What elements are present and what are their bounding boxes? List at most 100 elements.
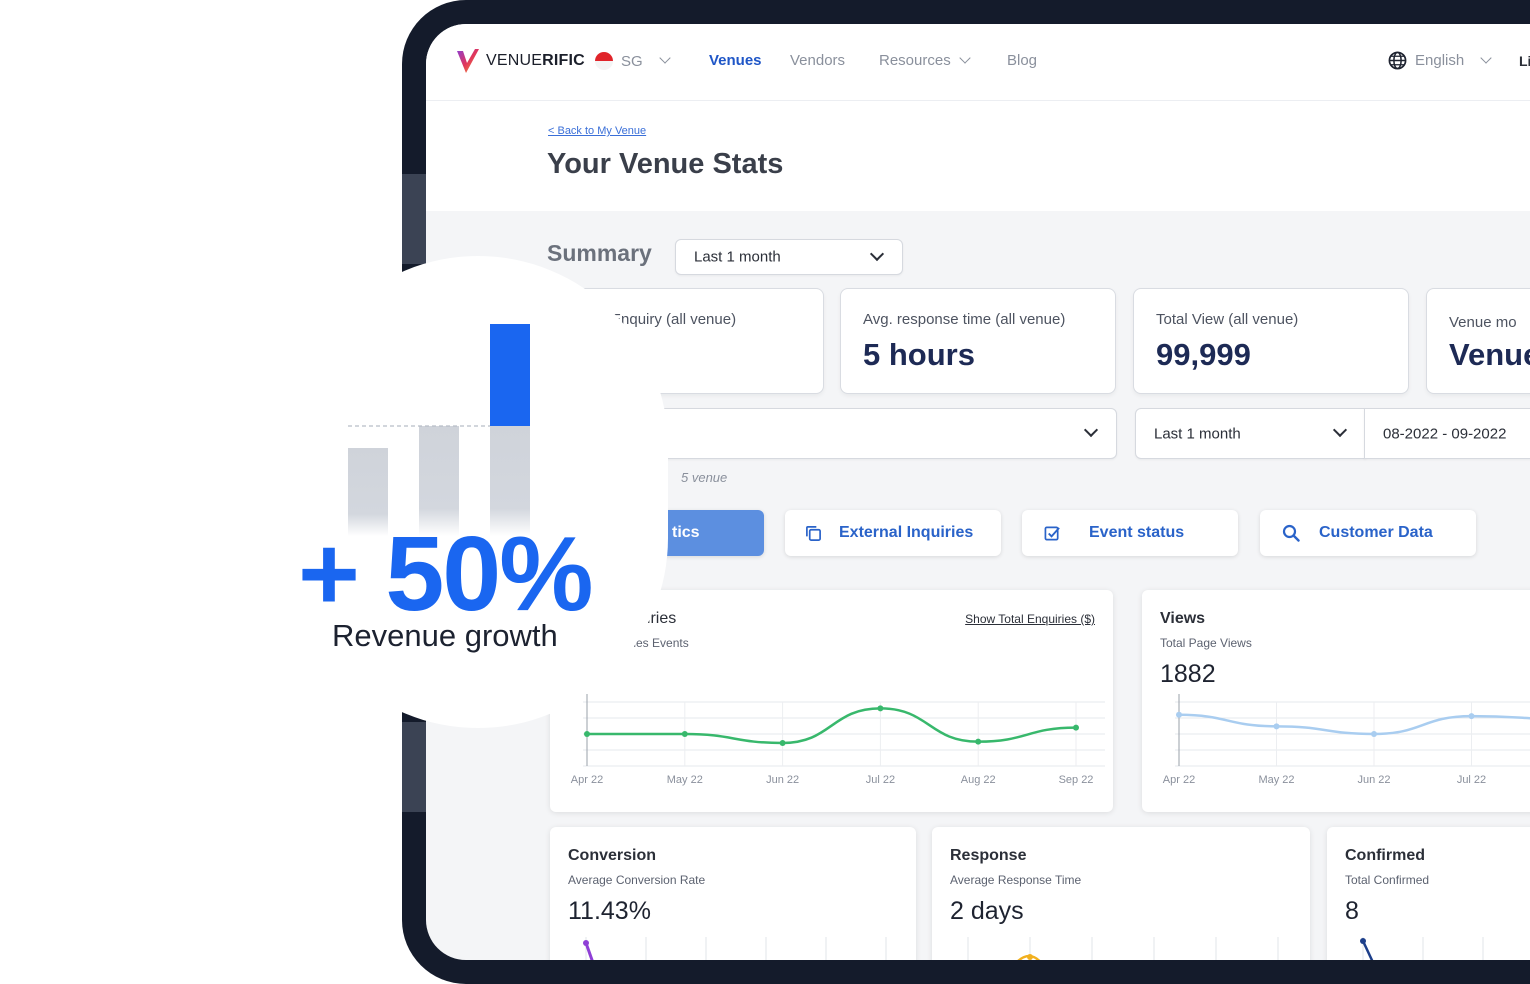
stats-period-select[interactable]: Last 1 month [1135,408,1366,459]
growth-bar-chart-graphic [348,324,530,536]
show-total-enquiries-link[interactable]: Show Total Enquiries ($) [965,612,1095,626]
x-tick-label: Apr 22 [1163,774,1195,786]
data-point [584,731,590,737]
chevron-down-icon [1083,422,1099,437]
views-panel: Views Total Page Views 1882 Apr 22 May 22… [1142,590,1530,812]
tab-customer-data-label: Customer Data [1319,524,1433,541]
summary-card-total-view: Total View (all venue) 99,999 [1133,288,1409,394]
x-tick-label: Sep 22 [1059,774,1094,786]
summary-card-venue: Venue mo Venue [1426,288,1530,394]
conversion-panel: Conversion Average Conversion Rate 11.43… [550,827,916,960]
x-tick-label: May 22 [1258,774,1294,786]
summary-card-label: Venue mo [1449,314,1517,331]
x-tick-label: Jul 22 [866,774,895,786]
summary-card-response-time: Avg. response time (all venue) 5 hours [840,288,1116,394]
singapore-flag-icon [595,52,613,70]
response-value: 2 days [950,897,1024,925]
x-tick-label: Jul 22 [1457,774,1486,786]
search-icon [1282,524,1300,542]
brand-name: VENUERIFIC [486,52,585,70]
chevron-down-icon [959,52,971,64]
venuerific-logo-icon [457,49,479,73]
data-point [877,705,884,712]
confirmed-panel: Confirmed Total Confirmed 8 [1327,827,1530,960]
x-tick-label: May 22 [667,774,703,786]
copy-icon [806,526,821,541]
summary-card-label: Total View (all venue) [1156,311,1299,328]
top-navbar: VENUERIFIC SG Venues Vendors Resources B… [426,24,1530,101]
chevron-down-icon [869,247,885,262]
summary-card-value: Venue [1449,337,1530,372]
conversion-value: 11.43% [568,897,651,925]
summary-heading: Summary [547,240,652,266]
response-panel: Response Average Response Time 2 days [932,827,1310,960]
views-title: Views [1160,610,1206,627]
growth-caption: Revenue growth [332,618,558,653]
data-point [1273,723,1280,730]
summary-period-value: Last 1 month [694,248,781,266]
venue-count-note: 5 venue [681,470,728,485]
confirmed-chart-preview [1360,937,1484,960]
x-tick-label: Jun 22 [766,774,799,786]
nav-venues[interactable]: Venues [709,52,762,69]
login-link[interactable]: Li [1519,53,1530,69]
tab-customer-data[interactable]: Customer Data [1260,510,1476,556]
country-code: SG [621,52,643,70]
data-point [1468,713,1475,720]
views-subtitle: Total Page Views [1160,636,1252,650]
confirmed-value: 8 [1345,897,1359,925]
x-tick-label: Jun 22 [1357,774,1390,786]
views-line-chart: Apr 22 May 22 Jun 22 Jul 22 [1163,694,1530,786]
tab-statistics-label: tics [672,524,700,541]
data-point [1073,724,1079,731]
brand-name-bold: RIFIC [542,52,585,69]
nav-blog[interactable]: Blog [1007,52,1037,69]
x-tick-label: Apr 22 [571,774,603,786]
tab-event-status-label: Event status [1089,524,1185,541]
summary-card-label: Avg. response time (all venue) [863,311,1066,328]
nav-resources-label: Resources [879,52,951,69]
response-subtitle: Average Response Time [950,873,1082,887]
tab-external-inquiries-label: External Inquiries [839,524,974,541]
conversion-title: Conversion [568,847,657,864]
enquiries-line-chart: Apr 22 May 22 Jun 22 Jul 22 Aug 22 Sep 22 [571,694,1105,786]
nav-resources[interactable]: Resources [879,52,971,69]
growth-percent: + 50% [298,515,594,633]
tab-external-inquiries[interactable]: External Inquiries [785,510,1001,556]
stats-period-value: Last 1 month [1154,425,1241,442]
confirmed-title: Confirmed [1345,847,1425,864]
language-selector[interactable]: English [1388,51,1492,70]
chevron-down-icon [659,52,671,64]
chevron-down-icon [1480,51,1492,64]
brand-logo[interactable]: VENUERIFIC [456,48,585,74]
response-title: Response [950,847,1027,864]
back-to-my-venue-link[interactable]: < Back to My Venue [548,125,646,137]
summary-period-select[interactable]: Last 1 month [675,239,903,275]
chevron-down-icon [1332,422,1348,437]
response-chart-preview [967,937,1279,960]
country-selector[interactable]: SG [595,52,671,70]
brand-name-light: VENUE [486,52,543,69]
data-point [1371,731,1377,737]
data-point [975,738,982,745]
tab-event-status[interactable]: Event status [1022,510,1238,556]
page-title: Your Venue Stats [547,148,784,180]
date-range-picker[interactable]: 08-2022 - 09-2022 [1364,408,1530,459]
language-label: English [1415,52,1465,69]
views-value: 1882 [1160,660,1216,688]
date-range-value: 08-2022 - 09-2022 [1383,425,1507,442]
globe-icon [1388,51,1407,70]
data-point [1176,711,1182,718]
summary-card-label: Enquiry (all venue) [611,311,737,328]
x-tick-label: Aug 22 [961,774,996,786]
summary-card-value: 99,999 [1156,337,1251,372]
conversion-chart-preview [583,937,887,960]
data-point [779,739,786,746]
nav-vendors[interactable]: Vendors [790,52,845,69]
summary-card-value: 5 hours [863,337,975,372]
series-line [586,707,1077,745]
confirmed-subtitle: Total Confirmed [1345,873,1430,887]
data-point [681,731,688,737]
checkbox-icon [1044,526,1060,541]
conversion-subtitle: Average Conversion Rate [568,873,706,887]
